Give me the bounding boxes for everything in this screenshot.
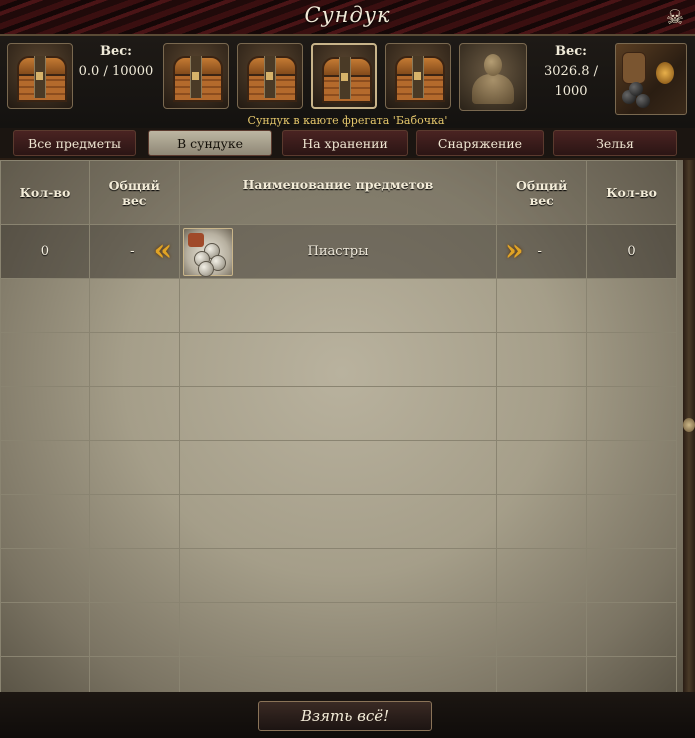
scrollbar[interactable]: [683, 160, 695, 692]
skull-crossbones-icon[interactable]: ☠: [663, 6, 687, 28]
move-right-arrow-icon[interactable]: »: [497, 233, 531, 269]
chest-slot-3-icon[interactable]: [311, 43, 377, 109]
table-row[interactable]: 0 - « Пиастры » - 0: [0, 224, 677, 279]
header-qty-right: Кол-во: [586, 160, 677, 225]
window-title: Сундук: [304, 3, 391, 27]
row-weight-left: -: [130, 244, 135, 259]
table-header-row: Кол-во Общий вес Наименование предметов …: [0, 160, 677, 225]
left-weight-value: 0.0 / 10000: [78, 64, 154, 79]
row-item-name: Пиастры: [307, 244, 369, 259]
table-row-empty: [0, 656, 677, 692]
header-weight-right-line2: вес: [529, 192, 554, 208]
right-weight-value-line1: 3026.8 /: [544, 64, 598, 79]
tab-potions[interactable]: Зелья: [553, 130, 677, 156]
items-table: Кол-во Общий вес Наименование предметов …: [0, 160, 677, 692]
officer-bust-icon[interactable]: [459, 43, 527, 111]
row-qty-left: 0: [0, 224, 90, 279]
chest-slot-4-icon[interactable]: [385, 43, 451, 109]
row-name-cell: Пиастры: [178, 224, 498, 279]
header-weight-left-line1: Общий: [108, 177, 160, 193]
table-row-empty: [0, 548, 677, 603]
table-row-empty: [0, 386, 677, 441]
table-row-empty: [0, 494, 677, 549]
footer-bar: Взять всё!: [0, 692, 695, 738]
tab-bar: Все предметы В сундуке На хранении Снаря…: [0, 128, 695, 158]
right-weight-block: Вес: 3026.8 / 1000: [535, 42, 607, 102]
title-bar: Сундук ☠: [0, 0, 695, 36]
table-row-empty: [0, 440, 677, 495]
tab-all-items[interactable]: Все предметы: [13, 130, 136, 156]
header-item-name: Наименование предметов: [178, 160, 498, 225]
header-weight-right: Общий вес: [496, 160, 588, 225]
table-row-empty: [0, 278, 677, 333]
chest-slot-1-icon[interactable]: [163, 43, 229, 109]
row-weight-right: -: [537, 244, 542, 259]
tab-in-storage[interactable]: На хранении: [282, 130, 408, 156]
table-row-empty: [0, 332, 677, 387]
header-qty-left: Кол-во: [0, 160, 90, 225]
row-weight-right-cell: » -: [496, 224, 588, 279]
coins-pouch-icon: [182, 228, 233, 277]
left-weight-label: Вес:: [100, 44, 132, 59]
chest-slot-2-icon[interactable]: [237, 43, 303, 109]
tab-equipment[interactable]: Снаряжение: [416, 130, 544, 156]
take-all-button[interactable]: Взять всё!: [258, 701, 432, 731]
row-qty-right: 0: [586, 224, 677, 279]
table-row-empty: [0, 602, 677, 657]
move-left-arrow-icon[interactable]: «: [146, 233, 180, 269]
scrollbar-thumb[interactable]: [683, 418, 695, 432]
header-weight-right-line1: Общий: [516, 177, 568, 193]
current-chest-icon: [7, 43, 73, 109]
right-weight-value-line2: 1000: [554, 84, 588, 99]
header-weight-left: Общий вес: [88, 160, 180, 225]
items-table-panel: Кол-во Общий вес Наименование предметов …: [0, 160, 684, 692]
tab-in-chest[interactable]: В сундуке: [148, 130, 272, 156]
ship-cabin-icon: [615, 43, 687, 115]
left-weight-block: Вес: 0.0 / 10000: [78, 42, 154, 82]
header-weight-left-line2: вес: [122, 192, 147, 208]
chest-location-subtitle: Сундук в каюте фрегата 'Бабочка': [247, 114, 448, 127]
right-weight-label: Вес:: [555, 44, 587, 59]
row-weight-left-cell: - «: [88, 224, 180, 279]
